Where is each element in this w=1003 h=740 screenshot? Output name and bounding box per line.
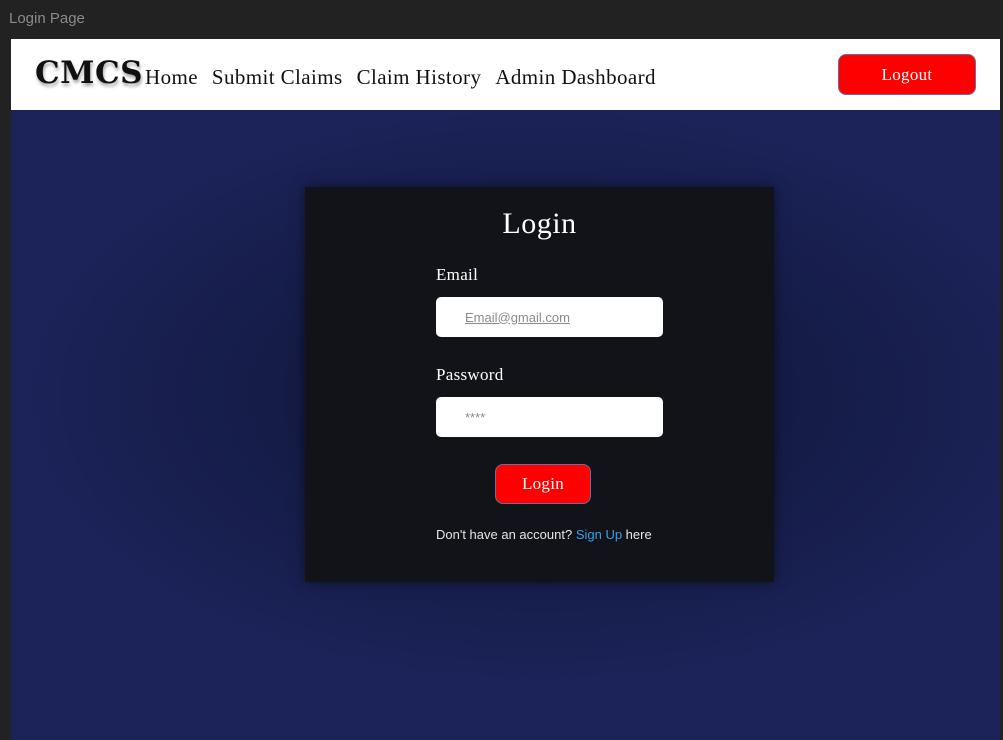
nav-link-claim-history[interactable]: Claim History [357, 65, 482, 90]
navbar: CMCS Home Submit Claims Claim History Ad… [11, 39, 1000, 110]
nav-link-admin-dashboard[interactable]: Admin Dashboard [495, 65, 656, 90]
nav-link-submit-claims[interactable]: Submit Claims [212, 65, 343, 90]
login-card: Login Email Password Login Don't have an… [305, 187, 774, 582]
login-title: Login [502, 207, 577, 240]
password-label: Password [436, 365, 504, 384]
email-label: Email [436, 265, 479, 284]
password-field[interactable] [436, 397, 663, 437]
app-frame: CMCS Home Submit Claims Claim History Ad… [11, 39, 1000, 740]
signup-link[interactable]: Sign Up [576, 527, 622, 542]
login-button[interactable]: Login [495, 464, 591, 504]
brand-logo[interactable]: CMCS [35, 55, 143, 91]
signup-prefix: Don't have an account? [436, 527, 576, 542]
signup-suffix: here [622, 527, 652, 542]
window-title: Login Page [9, 10, 85, 27]
nav-links: Home Submit Claims Claim History Admin D… [145, 65, 656, 90]
logout-button[interactable]: Logout [838, 54, 976, 95]
email-field[interactable] [436, 297, 663, 337]
signup-prompt: Don't have an account? Sign Up here [436, 527, 652, 542]
main-content: Login Email Password Login Don't have an… [11, 110, 1000, 740]
nav-link-home[interactable]: Home [145, 65, 198, 90]
